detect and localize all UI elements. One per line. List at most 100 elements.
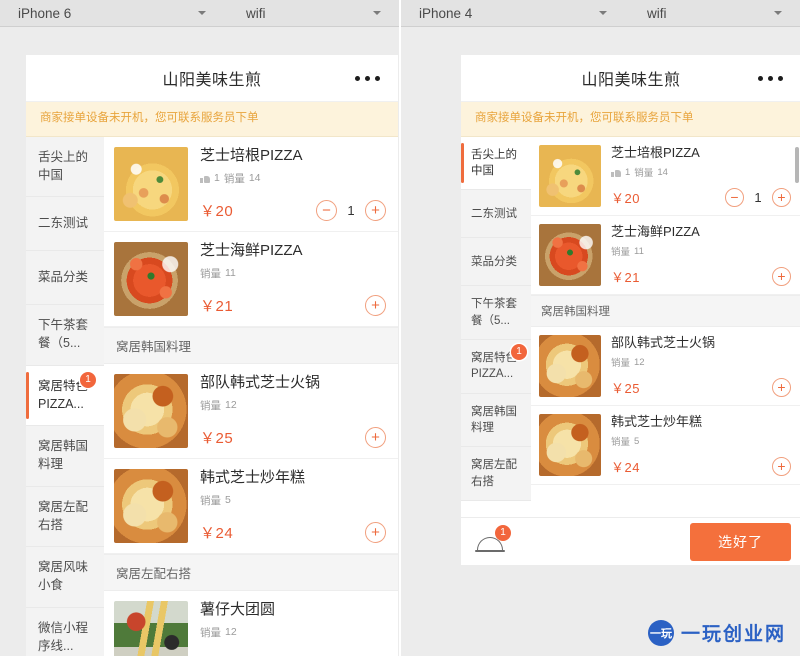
- product-sales-count: 12: [225, 626, 237, 639]
- product-name: 韩式芝士炒年糕: [611, 413, 703, 429]
- sidebar-item-category-7[interactable]: 窝居风味小食: [26, 547, 104, 608]
- product-bottom-row: ￥25 +: [200, 421, 386, 448]
- product-sales-label: 销量: [611, 437, 631, 449]
- product-likes-count: 1: [214, 172, 220, 185]
- simulator-panel-2: iPhone 4 wifi 山阳美味生煎 商家接单设备未开机，您可联系服务员下单 舌尖上…: [401, 0, 800, 656]
- sidebar-item-category-6[interactable]: 窝居左配右搭: [461, 447, 531, 502]
- product-info: 芝士海鲜PIZZA 销量 11 ￥21 +: [601, 224, 791, 286]
- sidebar-item-category-1[interactable]: 二东测试: [461, 190, 531, 239]
- sidebar-item-category-4[interactable]: 窝居特色PIZZA... 1: [26, 365, 104, 427]
- sidebar-item-category-3[interactable]: 下午茶套餐（5...: [26, 305, 104, 366]
- product-sales-label: 销量: [611, 358, 631, 370]
- network-select-value: wifi: [246, 5, 266, 21]
- add-to-cart-button[interactable]: +: [772, 266, 791, 286]
- dot: [758, 76, 763, 81]
- sidebar-item-category-5[interactable]: 窝居韩国料理: [26, 426, 104, 487]
- device-select[interactable]: iPhone 4: [401, 0, 625, 27]
- product-bottom-row: ￥24 +: [611, 451, 791, 476]
- add-to-cart-button[interactable]: +: [365, 199, 386, 221]
- product-price: ￥25: [611, 380, 640, 396]
- sidebar-item-category-8[interactable]: 微信小程序线...: [26, 607, 104, 656]
- decrease-quantity-button[interactable]: −: [316, 199, 337, 221]
- confirm-order-button[interactable]: 选好了: [690, 522, 791, 561]
- quantity-stepper: +: [772, 266, 791, 286]
- device-select[interactable]: iPhone 6: [0, 0, 224, 27]
- category-rail: 舌尖上的中国二东测试菜品分类下午茶套餐（5... 窝居特色PIZZA... 1 窝居韩…: [26, 136, 104, 656]
- product-price: ￥20: [200, 202, 234, 220]
- product-sales-label: 销量: [200, 626, 221, 639]
- sidebar-item-label: 微信小程序线...: [38, 620, 89, 653]
- watermark-text: 一玩创业网: [680, 624, 786, 645]
- chevron-down-icon: [198, 11, 206, 15]
- network-select-value: wifi: [647, 5, 667, 21]
- sidebar-item-label: 舌尖上的中国: [471, 148, 517, 178]
- product-price: ￥24: [611, 459, 640, 475]
- quantity-stepper: −1 +: [316, 199, 386, 221]
- quantity-stepper: −1 +: [725, 187, 791, 207]
- product-name: 芝士海鲜PIZZA: [200, 241, 303, 259]
- cloche-cart-icon[interactable]: 1: [475, 524, 511, 557]
- add-to-cart-button[interactable]: +: [772, 456, 791, 476]
- product-price: ￥25: [200, 429, 234, 447]
- product-name: 韩式芝士炒年糕: [200, 468, 306, 486]
- product-sales-count: 11: [225, 267, 236, 280]
- product-list-item[interactable]: 韩式芝士炒年糕 销量 5 ￥24 +: [531, 406, 800, 485]
- product-info: 芝士培根PIZZA 1 销量 14 ￥20−1 +: [601, 145, 791, 207]
- sidebar-item-label: 二东测试: [38, 215, 89, 230]
- network-select[interactable]: wifi: [224, 0, 399, 27]
- product-meta: 1 销量 14: [611, 165, 791, 179]
- dot: [355, 76, 360, 81]
- product-sales-label: 销量: [200, 267, 221, 280]
- product-meta: 销量 5: [200, 493, 386, 508]
- add-to-cart-button[interactable]: +: [772, 187, 791, 207]
- sidebar-item-category-1[interactable]: 二东测试: [26, 197, 104, 252]
- product-list-item[interactable]: 芝士海鲜PIZZA 销量 11 ￥21 +: [531, 216, 800, 295]
- add-to-cart-button[interactable]: +: [365, 294, 386, 316]
- content-row: 舌尖上的中国二东测试 菜品分类下午茶套餐（5... 窝居特色PIZZA... 1 窝居韩…: [461, 136, 800, 502]
- product-meta: 1 销量 14: [200, 171, 386, 186]
- dot: [375, 76, 380, 81]
- product-list-item[interactable]: 芝士培根PIZZA 1 销量 14 ￥20−1 +: [104, 137, 398, 232]
- product-list-item[interactable]: 芝士培根PIZZA 1 销量 14 ￥20−1 +: [531, 137, 800, 216]
- sidebar-item-category-2[interactable]: 菜品分类: [26, 251, 104, 306]
- product-sales-count: 14: [657, 166, 668, 178]
- product-name: 芝士培根PIZZA: [611, 144, 700, 160]
- sidebar-item-category-5[interactable]: 窝居韩国料理: [461, 393, 531, 448]
- product-info: 韩式芝士炒年糕 销量 5 ￥24 +: [601, 414, 791, 476]
- sidebar-item-category-0[interactable]: 舌尖上的中国: [461, 136, 531, 191]
- sidebar-item-category-0[interactable]: 舌尖上的中国: [26, 136, 104, 198]
- decrease-quantity-button[interactable]: −: [725, 187, 744, 207]
- ellipsis-icon[interactable]: [355, 76, 380, 81]
- ellipsis-icon[interactable]: [758, 76, 783, 81]
- product-price: ￥21: [611, 269, 640, 285]
- sidebar-item-category-4[interactable]: 窝居特色PIZZA... 1: [461, 340, 531, 394]
- product-list-item[interactable]: 韩式芝士炒年糕 销量 5 ￥24 +: [104, 459, 398, 554]
- product-thumbnail: [114, 600, 188, 656]
- sidebar-item-label: 下午茶套餐（5...: [38, 318, 89, 351]
- sidebar-item-category-6[interactable]: 窝居左配右搭: [26, 486, 104, 548]
- product-list-item[interactable]: 薯仔大团圆 销量 12: [104, 591, 398, 656]
- app-header: 山阳美味生煎: [26, 55, 398, 102]
- cloche-base: [475, 549, 505, 552]
- product-list-item[interactable]: 部队韩式芝士火锅 销量 12 ￥25 +: [104, 364, 398, 459]
- device-select-value: iPhone 6: [18, 5, 72, 21]
- list-scrollbar[interactable]: [795, 146, 799, 183]
- quantity-stepper: +: [772, 456, 791, 476]
- sidebar-item-category-2[interactable]: 菜品分类: [461, 238, 531, 287]
- watermark: 一玩 一玩创业网: [647, 619, 786, 646]
- product-list-item[interactable]: 部队韩式芝士火锅 销量 12 ￥25 +: [531, 327, 800, 406]
- add-to-cart-button[interactable]: +: [365, 426, 386, 448]
- add-to-cart-button[interactable]: +: [772, 377, 791, 397]
- product-sales-label: 销量: [200, 494, 221, 507]
- sidebar-item-label: 下午茶套餐（5...: [471, 298, 517, 327]
- chevron-down-icon: [599, 11, 607, 15]
- chevron-down-icon: [373, 11, 381, 15]
- notice-banner: 商家接单设备未开机，您可联系服务员下单: [461, 102, 800, 137]
- product-likes-count: 1: [625, 166, 631, 178]
- sidebar-item-category-3[interactable]: 下午茶套餐（5...: [461, 286, 531, 341]
- network-select[interactable]: wifi: [625, 0, 800, 27]
- add-to-cart-button[interactable]: +: [365, 521, 386, 543]
- content-row: 舌尖上的中国二东测试菜品分类下午茶套餐（5... 窝居特色PIZZA... 1 窝居韩…: [26, 136, 398, 656]
- page-title: 山阳美味生煎: [581, 72, 681, 89]
- product-list-item[interactable]: 芝士海鲜PIZZA 销量 11 ￥21 +: [104, 232, 398, 327]
